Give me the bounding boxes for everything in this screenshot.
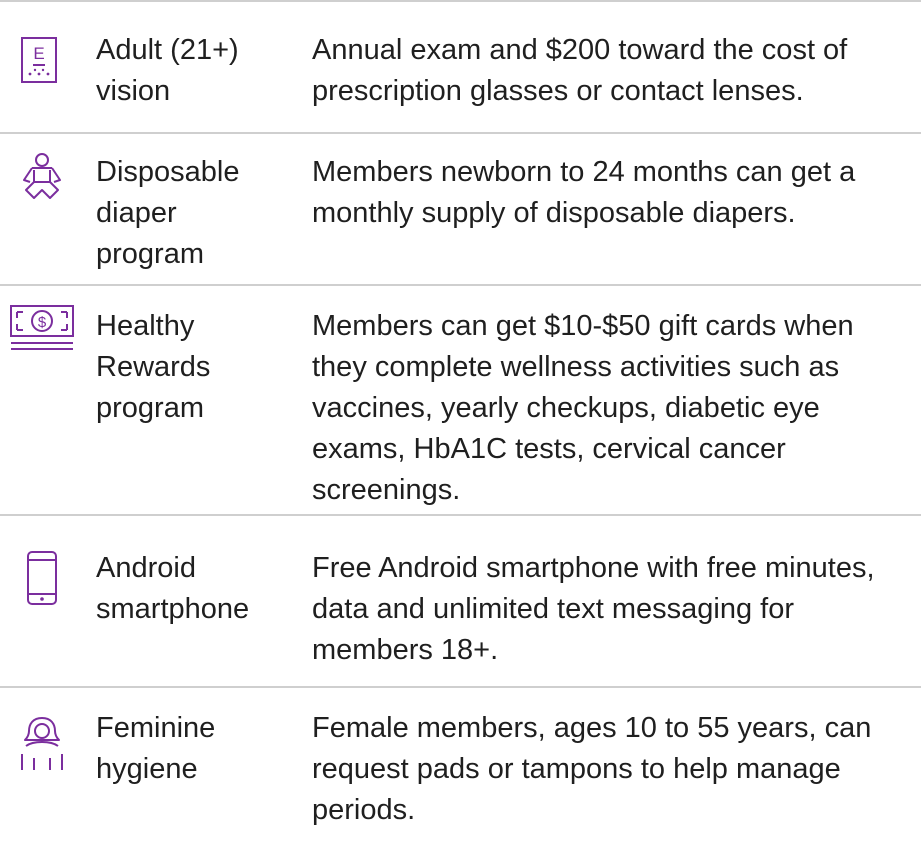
row-divider <box>0 132 921 134</box>
woman-icon <box>14 716 70 772</box>
benefit-name: Android smartphone <box>96 552 250 625</box>
benefit-name: Disposable diaper program <box>96 156 240 270</box>
baby-icon <box>14 150 70 206</box>
smartphone-icon <box>14 550 70 606</box>
row-divider <box>0 284 921 286</box>
eye-chart-icon: E <box>14 32 70 88</box>
row-divider <box>0 514 921 516</box>
benefit-description: Members can get $10-$50 gift cards when … <box>312 310 854 506</box>
row-divider <box>0 0 921 2</box>
svg-text:$: $ <box>38 314 47 331</box>
benefit-description: Female members, ages 10 to 55 years, can… <box>312 712 872 826</box>
benefit-name: Feminine hygiene <box>96 712 216 785</box>
dollar-bill-icon: $ <box>8 300 76 356</box>
benefit-description: Members newborn to 24 months can get a m… <box>312 156 856 229</box>
benefit-description: Free Android smartphone with free minute… <box>312 552 875 666</box>
benefit-description: Annual exam and $200 toward the cost of … <box>312 34 848 107</box>
benefit-name: Adult (21+) vision <box>96 34 239 107</box>
benefit-name: Healthy Rewards program <box>96 310 211 424</box>
row-divider <box>0 686 921 688</box>
svg-text:E: E <box>33 44 44 63</box>
